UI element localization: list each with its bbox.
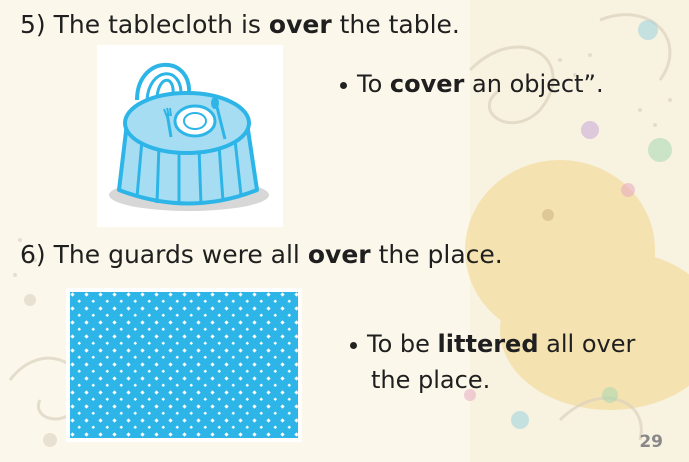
item-5-suffix: the table.: [339, 10, 460, 39]
page-number: 29: [639, 432, 663, 452]
item-6-keyword: over: [307, 240, 371, 269]
item-6-heading: 6) The guards were all over the place.: [20, 240, 503, 269]
item-5-heading: 5) The tablecloth is over the table.: [20, 10, 460, 39]
tablecloth-image-panel: [97, 45, 283, 227]
bullet-2-continuation: the place.: [371, 366, 490, 394]
item-6-number: 6): [20, 240, 46, 269]
item-5-number: 5): [20, 10, 46, 39]
bullet-2-prefix: To be: [367, 330, 430, 358]
bullet-2-line1-suffix: all over: [546, 330, 636, 358]
bullet-1-keyword: cover: [389, 70, 465, 98]
bullet-1-suffix: an object”.: [472, 70, 604, 98]
tablecloth-illustration-icon: [109, 62, 269, 211]
polka-dot-image-panel: [66, 288, 302, 442]
bullet-2-line2: the place.: [371, 366, 491, 394]
bullet-2: To be littered all over: [350, 330, 635, 358]
bullet-1: To cover an object”.: [340, 70, 604, 98]
item-6-prefix: The guards were all: [53, 240, 300, 269]
bullet-1-prefix: To: [357, 70, 383, 98]
bullet-icon: [340, 81, 347, 89]
item-5-prefix: The tablecloth is: [53, 10, 261, 39]
item-6-suffix: the place.: [378, 240, 503, 269]
bullet-icon: [350, 341, 357, 349]
item-5-keyword: over: [268, 10, 332, 39]
polka-dot-pattern-icon: [70, 292, 298, 438]
bullet-2-keyword: littered: [437, 330, 539, 358]
